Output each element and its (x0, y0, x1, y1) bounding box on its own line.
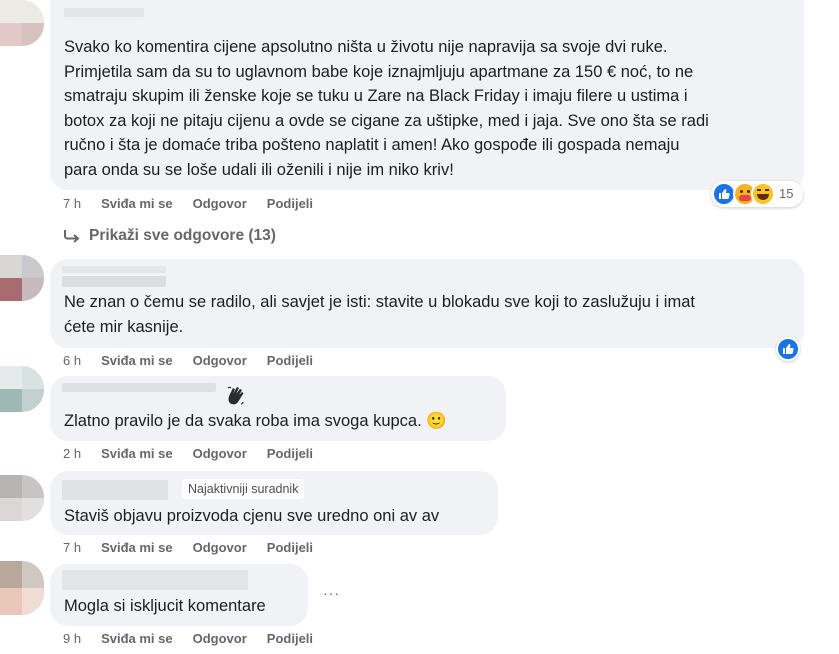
reaction-count: 15 (779, 186, 794, 201)
comment-text: Svako ko komentira cijene apsolutno ništ… (64, 38, 709, 179)
comment-text: Mogla si iskljucit komentare (64, 597, 266, 615)
timestamp[interactable]: 9 h (63, 631, 81, 646)
comment-bubble: Zlatno pravilo je da svaka roba ima svog… (50, 376, 506, 441)
comment-bubble: Svako ko komentira cijene apsolutno ništ… (50, 0, 804, 190)
comment-bubble: Ne znan o čemu se radilo, ali savjet je … (50, 259, 804, 348)
author-name[interactable] (62, 570, 248, 590)
avatar[interactable] (0, 475, 44, 521)
reply-button[interactable]: Odgovor (193, 446, 247, 461)
comment-text: Ne znan o čemu se radilo, ali savjet je … (64, 293, 695, 336)
timestamp[interactable]: 7 h (63, 540, 81, 555)
comment-actions: 7 h Sviđa mi se Odgovor Podijeli (63, 196, 313, 211)
comment-text: Zlatno pravilo je da svaka roba ima svog… (64, 412, 447, 430)
avatar[interactable] (0, 0, 44, 46)
reply-button[interactable]: Odgovor (193, 631, 247, 646)
share-button[interactable]: Podijeli (267, 446, 313, 461)
haha-reaction-icon (751, 182, 775, 206)
like-reaction-icon[interactable] (776, 337, 800, 361)
avatar[interactable] (0, 561, 44, 615)
author-name[interactable] (62, 480, 168, 500)
comment-bubble: Mogla si iskljucit komentare (50, 564, 308, 626)
comment-actions: 7 h Sviđa mi se Odgovor Podijeli (63, 540, 313, 555)
author-name[interactable] (62, 266, 166, 273)
like-button[interactable]: Sviđa mi se (101, 540, 173, 555)
reply-button[interactable]: Odgovor (193, 196, 247, 211)
reply-button[interactable]: Odgovor (193, 353, 247, 368)
comment-actions: 6 h Sviđa mi se Odgovor Podijeli (63, 353, 313, 368)
timestamp[interactable]: 7 h (63, 196, 81, 211)
comment-bubble: Najaktivniji suradnik Staviš objavu proi… (50, 471, 498, 535)
comment-text: Staviš objavu proizvoda cjenu sve uredno… (64, 507, 440, 525)
author-name[interactable] (64, 8, 144, 17)
top-contributor-badge[interactable]: Najaktivniji suradnik (182, 479, 305, 499)
comment-actions: 9 h Sviđa mi se Odgovor Podijeli (63, 631, 313, 646)
share-button[interactable]: Podijeli (267, 353, 313, 368)
avatar[interactable] (0, 255, 44, 301)
like-button[interactable]: Sviđa mi se (101, 631, 173, 646)
timestamp[interactable]: 2 h (63, 446, 81, 461)
share-button[interactable]: Podijeli (267, 196, 313, 211)
reply-arrow-icon (64, 230, 80, 243)
view-replies-link[interactable]: Prikaži sve odgovore (13) (63, 227, 276, 245)
like-button[interactable]: Sviđa mi se (101, 446, 173, 461)
avatar[interactable] (0, 366, 44, 412)
timestamp[interactable]: 6 h (63, 353, 81, 368)
wave-hand-icon (227, 386, 244, 405)
share-button[interactable]: Podijeli (267, 540, 313, 555)
comment-actions: 2 h Sviđa mi se Odgovor Podijeli (63, 446, 313, 461)
author-name[interactable] (62, 383, 216, 392)
share-button[interactable]: Podijeli (267, 631, 313, 646)
like-button[interactable]: Sviđa mi se (101, 196, 173, 211)
more-options-button[interactable]: ··· (323, 585, 340, 601)
like-button[interactable]: Sviđa mi se (101, 353, 173, 368)
reactions-summary[interactable]: 15 (711, 181, 803, 207)
view-replies-label: Prikaži sve odgovore (13) (89, 227, 276, 244)
reply-button[interactable]: Odgovor (193, 540, 247, 555)
